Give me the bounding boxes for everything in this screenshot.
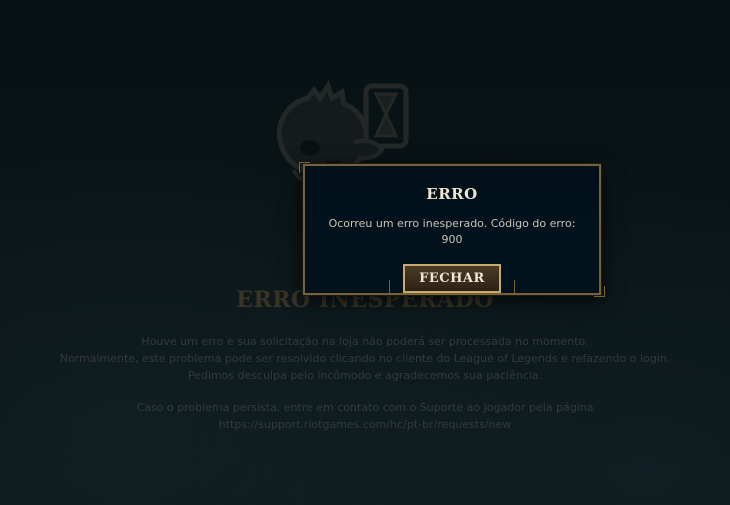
close-button[interactable]: FECHAR xyxy=(403,264,501,293)
error-description-line: Pedimos desculpa pelo incômodo e agradec… xyxy=(187,369,543,382)
frame-ornament xyxy=(504,280,515,295)
frame-ornament xyxy=(389,280,400,295)
dialog-message: Ocorreu um erro inesperado. Código do er… xyxy=(328,217,576,246)
support-link[interactable]: https://support.riotgames.com/hc/pt-br/r… xyxy=(0,416,730,433)
support-instruction-line: Caso o problema persista, entre em conta… xyxy=(136,401,594,414)
store-error-page: ERRO INESPERADO Houve um erro e sua soli… xyxy=(0,0,730,505)
error-description-line: Normalmente, este problema pode ser reso… xyxy=(59,352,671,365)
dialog-title: ERRO xyxy=(426,185,478,203)
close-button-frame: FECHAR xyxy=(389,262,515,302)
error-description-line: Houve um erro e sua solicitação na loja … xyxy=(141,335,589,348)
error-dialog: ERRO Ocorreu um erro inesperado. Código … xyxy=(299,162,605,297)
